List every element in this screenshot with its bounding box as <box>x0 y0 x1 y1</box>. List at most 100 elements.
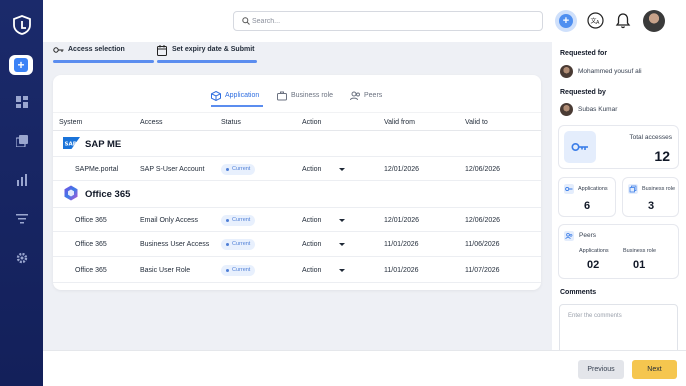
step-label: Access selection <box>68 46 125 53</box>
briefcase-icon <box>277 91 287 101</box>
column-header-valid-from: Valid from <box>384 119 415 126</box>
action-dropdown[interactable]: Action <box>302 267 321 274</box>
next-button[interactable]: Next <box>632 360 677 379</box>
copy-icon[interactable] <box>16 135 28 147</box>
user-avatar[interactable] <box>643 10 665 32</box>
cell-valid-to: 12/06/2026 <box>465 166 501 173</box>
footer-bar: Previous Next <box>43 350 686 386</box>
total-accesses-card: Total accesses 12 <box>558 125 679 169</box>
avatar <box>560 65 573 78</box>
chevron-down-icon[interactable] <box>339 168 345 171</box>
step-label: Set expiry date & Submit <box>172 46 255 53</box>
step-progress-bar <box>53 60 154 63</box>
step-progress-bar <box>157 60 257 63</box>
cell-valid-from: 12/01/2026 <box>384 166 420 173</box>
action-dropdown[interactable]: Action <box>302 166 321 173</box>
request-summary-panel: Requested for Mohammed yousuf ali Reques… <box>552 42 686 364</box>
chevron-down-icon[interactable] <box>339 269 345 272</box>
table-row[interactable]: Office 365 Basic User Role Current Actio… <box>53 258 541 283</box>
table-row[interactable]: Office 365 Email Only Access Current Act… <box>53 207 541 232</box>
total-accesses-label: Total accesses <box>629 134 672 141</box>
requested-by-name: Subas Kumar <box>578 106 618 113</box>
chevron-down-icon[interactable] <box>339 219 345 222</box>
previous-button[interactable]: Previous <box>578 360 624 379</box>
sap-logo-text: SAP <box>65 142 77 148</box>
table-header: System Access Status Action Valid from V… <box>53 112 541 131</box>
bell-icon[interactable] <box>615 12 631 29</box>
applications-value: 6 <box>584 200 591 212</box>
peers-business-role-label: Business role <box>623 248 657 254</box>
requested-by-person: Subas Kumar <box>560 103 680 117</box>
tab-peers[interactable]: Peers <box>350 89 386 105</box>
top-bar: + 文 A <box>43 0 686 42</box>
cell-valid-from: 11/01/2026 <box>384 267 419 274</box>
shield-button[interactable]: + <box>555 10 577 32</box>
cell-valid-to: 11/06/2026 <box>465 241 500 248</box>
requested-by-label: Requested by <box>560 89 606 96</box>
peers-applications-value: 02 <box>587 259 600 271</box>
business-role-value: 3 <box>648 200 655 212</box>
action-dropdown[interactable]: Action <box>302 241 321 248</box>
chart-icon[interactable] <box>16 174 28 186</box>
cell-access: Business User Access <box>140 241 210 248</box>
peers-label: Peers <box>579 232 596 239</box>
tab-bar: Application Business role Peers <box>53 89 541 107</box>
translate-icon[interactable]: 文 A <box>587 12 604 29</box>
requested-for-name: Mohammed yousuf ali <box>578 68 642 75</box>
avatar <box>560 103 573 116</box>
table-row[interactable]: SAPMe.portal SAP S-User Account Current … <box>53 156 541 181</box>
cell-access: Email Only Access <box>140 217 198 224</box>
action-dropdown[interactable]: Action <box>302 217 321 224</box>
tab-label: Peers <box>364 92 383 99</box>
applications-label: Applications <box>578 186 608 192</box>
cell-system: Office 365 <box>75 267 107 274</box>
column-header-status: Status <box>221 119 241 126</box>
column-header-access: Access <box>140 119 163 126</box>
step-access-selection[interactable]: Access selection <box>53 45 154 65</box>
requested-for-label: Requested for <box>560 50 608 57</box>
cell-system: SAPMe.portal <box>75 166 119 173</box>
search-box[interactable] <box>233 11 543 31</box>
cell-access: SAP S-User Account <box>140 166 205 173</box>
cell-valid-to: 11/07/2026 <box>465 267 500 274</box>
sap-logo-icon: SAP <box>63 137 80 149</box>
users-icon <box>564 231 574 241</box>
key-icon <box>564 184 574 194</box>
active-tab-indicator <box>211 105 263 107</box>
key-icon <box>564 131 596 163</box>
table-row[interactable]: Office 365 Business User Access Current … <box>53 232 541 257</box>
search-input[interactable] <box>252 13 532 29</box>
cell-valid-from: 11/01/2026 <box>384 241 419 248</box>
status-badge: Current <box>221 265 256 276</box>
cell-system: Office 365 <box>75 217 107 224</box>
column-header-system: System <box>59 119 83 126</box>
chevron-down-icon[interactable] <box>339 243 345 246</box>
search-icon <box>242 17 250 25</box>
total-accesses-value: 12 <box>654 148 670 164</box>
tab-application[interactable]: Application <box>211 89 263 107</box>
applications-card: Applications 6 <box>558 177 616 217</box>
column-header-action: Action <box>302 119 322 126</box>
comments-label: Comments <box>560 289 597 296</box>
tab-business-role[interactable]: Business role <box>277 89 337 105</box>
peers-card: Peers Applications 02 Business role 01 <box>558 224 679 279</box>
logo-icon[interactable] <box>11 14 33 36</box>
settings-icon[interactable] <box>16 252 28 264</box>
cube-icon <box>211 91 221 101</box>
column-header-valid-to: Valid to <box>465 119 488 126</box>
cell-valid-to: 12/06/2026 <box>465 217 501 224</box>
cell-valid-from: 12/01/2026 <box>384 217 420 224</box>
key-icon <box>53 47 64 53</box>
tab-label: Business role <box>291 92 334 99</box>
svg-text:A: A <box>596 20 600 26</box>
access-card: Application Business role Peers System A… <box>53 75 541 290</box>
dashboard-icon[interactable] <box>16 96 28 108</box>
step-set-expiry[interactable]: Set expiry date & Submit <box>157 45 257 65</box>
add-icon: + <box>14 58 28 72</box>
filter-icon[interactable] <box>16 213 28 225</box>
business-role-card: Business role 3 <box>622 177 679 217</box>
peers-applications-label: Applications <box>579 248 609 254</box>
cell-system: Office 365 <box>75 241 107 248</box>
new-request-button[interactable]: + <box>9 55 33 75</box>
shield-icon: + <box>559 14 573 28</box>
